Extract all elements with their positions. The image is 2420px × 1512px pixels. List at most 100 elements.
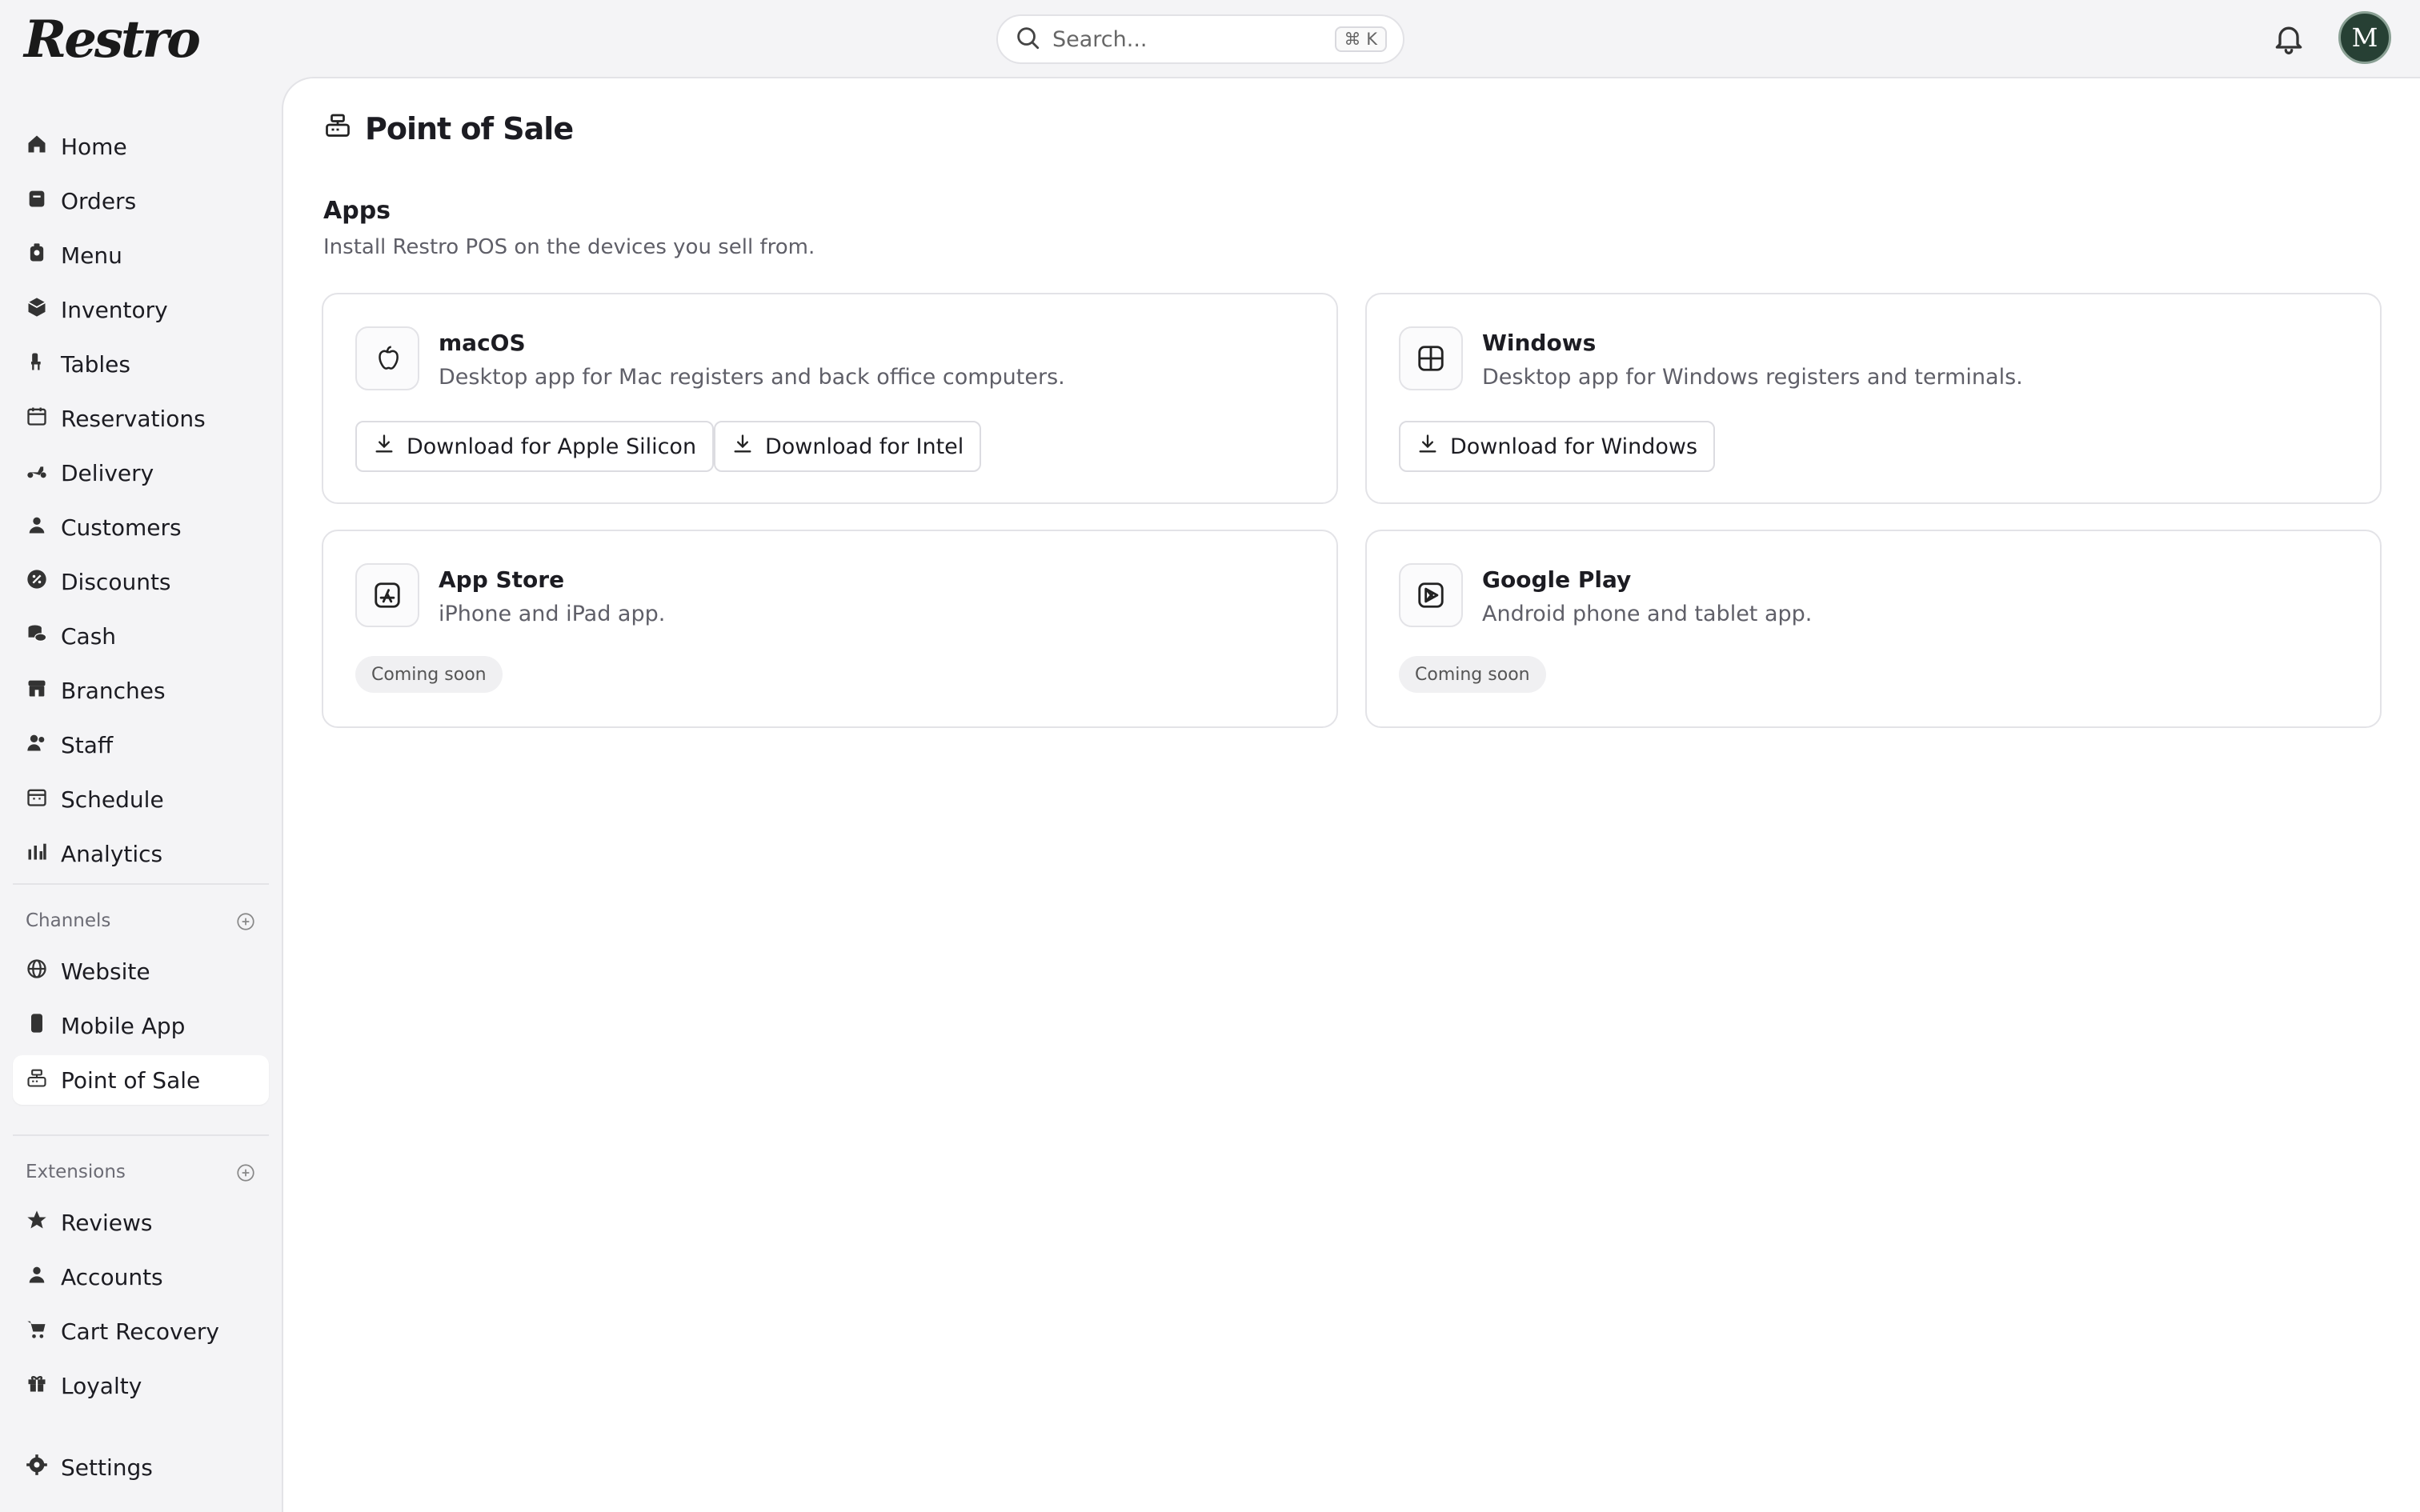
sidebar-item-reviews[interactable]: Reviews [13,1198,269,1247]
tables-icon [26,350,61,378]
macos-card: macOS Desktop app for Mac registers and … [322,293,1338,504]
bell-icon[interactable] [2271,19,2306,58]
sidebar-item-label: Settings [61,1454,153,1481]
cash-icon [26,622,61,650]
discount-icon [26,568,61,596]
sidebar-item-inventory[interactable]: Inventory [13,285,269,334]
app-store-icon [355,563,419,627]
sidebar-item-tables[interactable]: Tables [13,339,269,389]
apps-section-title: Apps [323,197,391,225]
sidebar-item-label: Reviews [61,1209,153,1236]
sidebar-divider [13,1134,269,1136]
scooter-icon [26,459,61,487]
sidebar-item-label: Branches [61,677,166,704]
sidebar-item-menu[interactable]: Menu [13,230,269,280]
card-description: iPhone and iPad app. [439,602,666,626]
cart-icon [26,1318,61,1346]
search-shortcut: ⌘ K [1334,26,1387,52]
download-apple-silicon-button[interactable]: Download for Apple Silicon [355,421,715,472]
menu-icon [26,242,61,270]
card-description: Desktop app for Windows registers and te… [1482,365,2023,390]
restro-logo[interactable]: Restro [24,10,201,70]
download-icon [731,433,765,461]
user-icon [26,514,61,542]
download-icon [1416,433,1450,461]
register-icon [323,110,365,146]
search-input[interactable] [1052,23,1335,55]
star-icon [26,1209,61,1237]
card-title: App Store [439,566,565,593]
sidebar-item-label: Cash [61,622,117,650]
card-title: Windows [1482,330,1597,356]
search-bar[interactable]: ⌘ K [996,14,1404,64]
sidebar-item-home[interactable]: Home [13,122,269,171]
orders-icon [26,187,61,215]
home-icon [26,133,61,161]
card-title: macOS [439,330,526,356]
sidebar-item-customers[interactable]: Customers [13,502,269,552]
globe-icon [26,958,61,986]
sidebar-item-label: Tables [61,350,130,378]
sidebar-item-discounts[interactable]: Discounts [13,557,269,606]
sidebar-item-accounts[interactable]: Accounts [13,1252,269,1302]
page-title-text: Point of Sale [365,110,574,146]
card-title: Google Play [1482,566,1632,593]
apple-icon [355,326,419,390]
staff-icon [26,731,61,759]
sidebar-item-reservations[interactable]: Reservations [13,394,269,443]
download-icon [373,433,407,461]
extensions-label: Extensions [26,1162,126,1182]
channels-label: Channels [26,910,111,931]
gear-icon [26,1454,61,1482]
sidebar-item-label: Website [61,958,150,985]
coming-soon-badge: Coming soon [1399,656,1546,693]
chart-icon [26,840,61,868]
gift-icon [26,1372,61,1400]
sidebar-item-label: Mobile App [61,1012,186,1039]
sidebar-item-label: Home [61,133,127,160]
windows-card: Windows Desktop app for Windows register… [1365,293,2382,504]
button-label: Download for Windows [1450,434,1698,459]
sidebar-item-label: Delivery [61,459,154,486]
sidebar-item-mobile-app[interactable]: Mobile App [13,1001,269,1050]
calendar-icon [26,405,61,433]
add-channel-icon[interactable] [235,911,256,932]
sidebar-item-branches[interactable]: Branches [13,666,269,715]
google-play-card: Google Play Android phone and tablet app… [1365,530,2382,728]
avatar[interactable]: M [2338,11,2391,64]
sidebar-item-label: Accounts [61,1263,163,1290]
inventory-icon [26,296,61,324]
apps-section-subtitle: Install Restro POS on the devices you se… [323,235,815,259]
add-extension-icon[interactable] [235,1162,256,1183]
sidebar-item-schedule[interactable]: Schedule [13,774,269,824]
sidebar-item-cash[interactable]: Cash [13,611,269,661]
sidebar-item-point-of-sale[interactable]: Point of Sale [13,1055,269,1105]
card-description: Android phone and tablet app. [1482,602,1813,626]
sidebar-item-label: Inventory [61,296,168,323]
sidebar-item-cart-recovery[interactable]: Cart Recovery [13,1306,269,1356]
sidebar-item-label: Orders [61,187,137,214]
app-store-card: App Store iPhone and iPad app. Coming so… [322,530,1338,728]
google-play-icon [1399,563,1463,627]
download-windows-button[interactable]: Download for Windows [1399,421,1716,472]
sidebar-item-label: Staff [61,731,114,758]
sidebar-item-loyalty[interactable]: Loyalty [13,1361,269,1410]
sidebar-item-label: Reservations [61,405,206,432]
schedule-icon [26,786,61,814]
sidebar-item-settings[interactable]: Settings [13,1442,269,1492]
store-icon [26,677,61,705]
button-label: Download for Apple Silicon [407,434,697,459]
card-description: Desktop app for Mac registers and back o… [439,365,1065,390]
search-icon [1014,24,1041,54]
button-label: Download for Intel [765,434,964,459]
sidebar-item-staff[interactable]: Staff [13,720,269,770]
sidebar-item-label: Point of Sale [61,1066,201,1094]
page-title: Point of Sale [323,110,574,146]
sidebar-item-delivery[interactable]: Delivery [13,448,269,498]
sidebar-item-orders[interactable]: Orders [13,176,269,226]
sidebar-item-website[interactable]: Website [13,946,269,996]
download-intel-button[interactable]: Download for Intel [714,421,982,472]
sidebar-item-analytics[interactable]: Analytics [13,829,269,878]
user-icon [26,1263,61,1291]
sidebar-item-label: Customers [61,514,182,541]
